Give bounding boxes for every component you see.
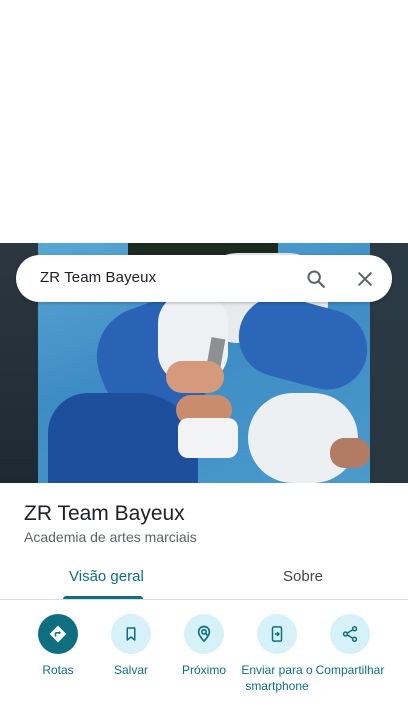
- directions-icon: [38, 614, 78, 654]
- place-title: ZR Team Bayeux: [24, 502, 185, 525]
- tab-overview[interactable]: Visão geral: [69, 568, 144, 585]
- place-panel: ZR Team Bayeux ZR Team Bayeux Academia d…: [0, 0, 408, 726]
- nearby-button[interactable]: Próximo: [164, 614, 244, 678]
- directions-button[interactable]: Rotas: [18, 614, 98, 678]
- place-category: Academia de artes marciais: [24, 529, 197, 545]
- search-query[interactable]: ZR Team Bayeux: [40, 269, 156, 286]
- save-label: Salvar: [113, 663, 148, 677]
- send-to-phone-label: Enviar para o smartphone: [241, 663, 313, 693]
- share-label: Compartilhar: [315, 663, 385, 677]
- tab-about[interactable]: Sobre: [283, 568, 323, 585]
- search-bar[interactable]: ZR Team Bayeux: [16, 255, 392, 302]
- nearby-icon: [184, 614, 224, 654]
- search-icon[interactable]: [302, 265, 330, 293]
- send-to-phone-button[interactable]: Enviar para o smartphone: [237, 614, 317, 694]
- bookmark-icon: [111, 614, 151, 654]
- close-icon[interactable]: [351, 265, 379, 293]
- directions-label: Rotas: [42, 663, 74, 677]
- save-button[interactable]: Salvar: [91, 614, 171, 678]
- share-button[interactable]: Compartilhar: [310, 614, 390, 678]
- tabs-divider: [0, 599, 408, 600]
- nearby-label: Próximo: [181, 663, 226, 677]
- send-to-phone-icon: [257, 614, 297, 654]
- share-icon: [330, 614, 370, 654]
